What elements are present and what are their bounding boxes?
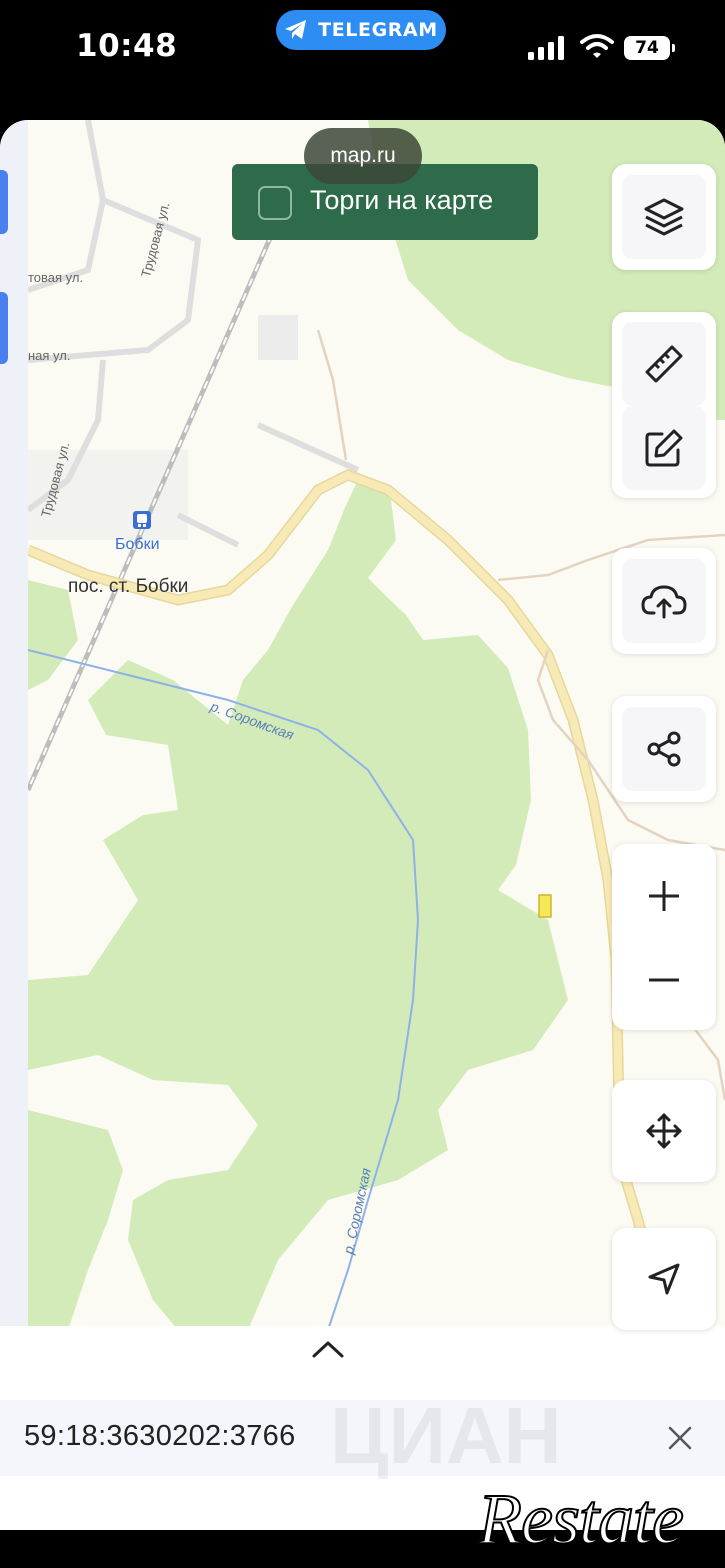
zoom-out-icon — [649, 978, 679, 982]
move-icon — [646, 1113, 682, 1149]
telegram-label: TELEGRAM — [318, 19, 438, 41]
train-station-icon — [133, 511, 151, 529]
layers-icon — [644, 198, 684, 236]
locate-icon — [648, 1263, 680, 1295]
left-drawer-tab[interactable] — [0, 292, 8, 364]
telegram-icon — [285, 20, 307, 39]
upload-button[interactable] — [612, 548, 716, 654]
street — [28, 120, 107, 293]
cellular-signal-icon — [528, 36, 564, 60]
zoom-in-button[interactable] — [612, 854, 716, 938]
built-area — [258, 315, 298, 360]
chevron-up-icon[interactable] — [310, 1338, 346, 1360]
restate-watermark: Restate — [477, 1478, 685, 1560]
torgi-label: Торги на карте — [310, 185, 494, 215]
forest-area — [28, 1110, 123, 1330]
measure-draw-group — [612, 312, 716, 498]
map-source-pill[interactable]: map.ru — [304, 128, 422, 184]
move-button[interactable] — [612, 1080, 716, 1182]
parcel-marker — [538, 894, 552, 918]
street-label: товая ул. — [28, 270, 84, 285]
street-label: ная ул. — [28, 348, 71, 363]
clock: 10:48 — [76, 28, 178, 64]
track — [316, 329, 348, 461]
cadastral-number: 59:18:3630202:3766 — [24, 1420, 296, 1452]
upload-cloud-icon — [641, 585, 687, 619]
draw-button[interactable] — [612, 406, 716, 490]
wifi-icon — [580, 34, 614, 58]
zoom-in-icon — [649, 881, 679, 911]
zoom-group — [612, 844, 716, 1030]
settlement-label: пос. ст. Бобки — [68, 576, 189, 597]
locate-button[interactable] — [612, 1228, 716, 1330]
cian-watermark: ЦИАН — [330, 1391, 562, 1480]
station-label: Бобки — [115, 536, 160, 553]
layers-button[interactable] — [612, 164, 716, 270]
status-bar: 10:48 TELEGRAM 74 — [0, 0, 725, 120]
left-drawer-tab[interactable] — [0, 170, 8, 234]
ruler-icon — [645, 345, 683, 383]
ruler-button[interactable] — [612, 322, 716, 406]
share-button[interactable] — [612, 696, 716, 802]
torgi-checkbox[interactable] — [258, 186, 292, 220]
telegram-pill[interactable]: TELEGRAM — [276, 10, 446, 50]
zoom-out-button[interactable] — [612, 938, 716, 1022]
share-icon — [647, 731, 681, 767]
close-icon[interactable] — [664, 1422, 696, 1454]
edit-icon — [645, 429, 683, 467]
battery-indicator: 74 — [624, 36, 675, 60]
